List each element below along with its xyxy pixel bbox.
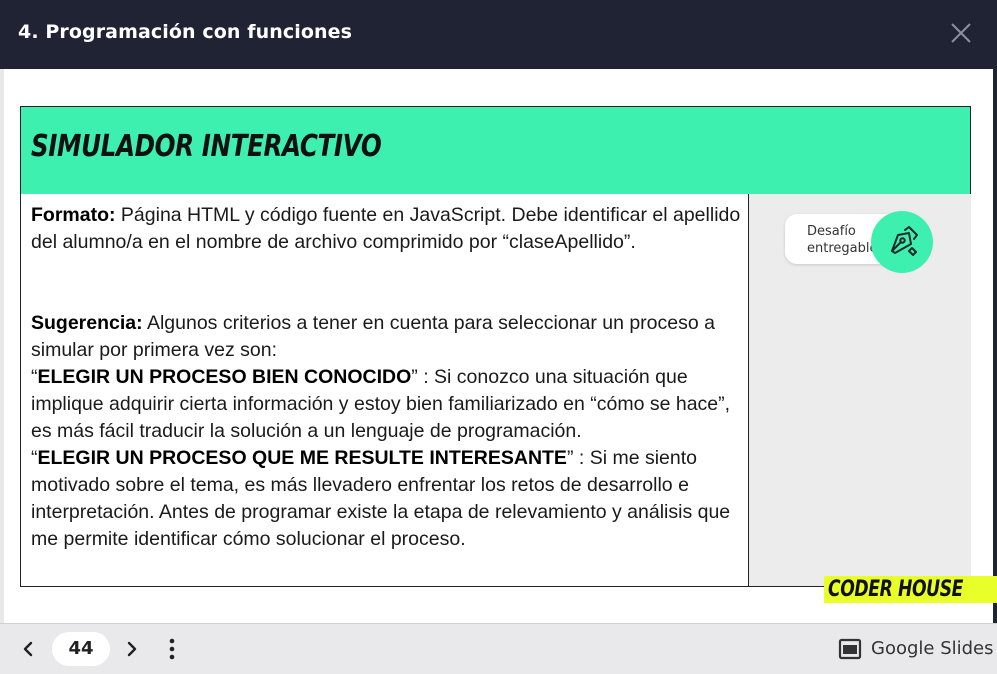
formato-paragraph: Formato: Página HTML y código fuente en … xyxy=(31,202,746,256)
slide-header-banner: SIMULADOR INTERACTIVO xyxy=(20,106,971,195)
badge-line-1: Desafío xyxy=(807,224,856,239)
slide-left-edge xyxy=(0,69,4,623)
criterion-1-label: ELEGIR UN PROCESO BIEN CONOCIDO xyxy=(37,366,412,388)
viewer-title-bar: 4. Programación con funciones xyxy=(0,0,997,66)
slide-heading: SIMULADOR INTERACTIVO xyxy=(31,129,382,164)
chevron-left-icon xyxy=(23,641,33,657)
chevron-right-icon xyxy=(127,641,137,657)
slide-number-field[interactable]: 44 xyxy=(52,632,110,666)
criterion-2-label: ELEGIR UN PROCESO QUE ME RESULTE INTERES… xyxy=(37,447,567,469)
slides-app-icon[interactable] xyxy=(838,637,862,661)
sugerencia-label: Sugerencia: xyxy=(31,312,143,334)
formato-text: Página HTML y código fuente en JavaScrip… xyxy=(31,204,741,253)
slide-body-box: Formato: Página HTML y código fuente en … xyxy=(20,194,749,587)
previous-slide-button[interactable] xyxy=(14,635,42,663)
vertical-dots-icon xyxy=(169,638,175,660)
logo-text: CODER HOUSE xyxy=(828,577,964,602)
slide-canvas: SIMULADOR INTERACTIVO Formato: Página HT… xyxy=(0,69,997,623)
badge-line-2: entregable xyxy=(807,241,878,256)
next-slide-button[interactable] xyxy=(118,635,146,663)
formato-label: Formato: xyxy=(31,204,116,226)
more-options-button[interactable] xyxy=(158,635,186,663)
slides-control-bar: 44 Google Slides xyxy=(0,623,997,674)
slide-side-panel: Desafío entregable xyxy=(749,194,971,587)
coderhouse-logo: CODER HOUSE xyxy=(824,576,997,603)
google-slides-link[interactable]: Google Slides xyxy=(871,638,994,659)
presentation-title: 4. Programación con funciones xyxy=(18,21,353,43)
pen-tool-icon xyxy=(871,211,933,273)
sugerencia-paragraph: Sugerencia: Algunos criterios a tener en… xyxy=(31,310,746,553)
close-icon[interactable] xyxy=(946,18,976,48)
